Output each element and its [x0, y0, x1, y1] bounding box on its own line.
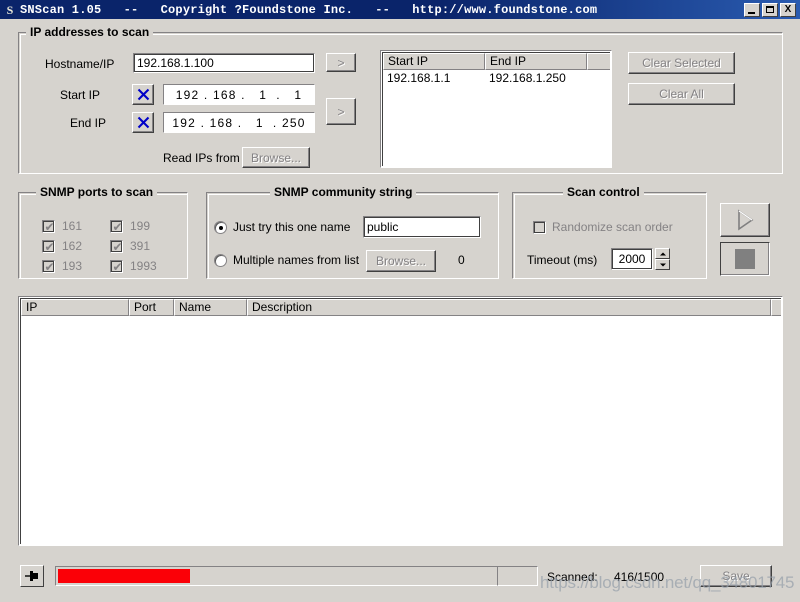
scanned-value: 416/1500 [614, 570, 664, 584]
stop-scan-button[interactable] [720, 242, 770, 276]
end-ip-label: End IP [70, 116, 106, 130]
snmp-ports-group-title: SNMP ports to scan [36, 185, 157, 199]
port-checkbox-199[interactable]: ✔ [110, 220, 123, 233]
port-label-162: 162 [62, 239, 82, 253]
scan-progress-fill [58, 569, 190, 583]
column-extra[interactable] [771, 299, 781, 316]
ip-addresses-group-title: IP addresses to scan [26, 25, 153, 39]
port-checkbox-193[interactable]: ✔ [42, 260, 55, 273]
start-ip-input[interactable]: 192 . 168 . 1 . 1 [163, 84, 315, 105]
radio-single-name[interactable] [214, 221, 227, 234]
port-label-391: 391 [130, 239, 150, 253]
cell-start-ip: 192.168.1.1 [383, 71, 485, 86]
ip-ranges-list-header: Start IP End IP [383, 53, 610, 70]
play-icon [734, 208, 756, 232]
port-label-1993: 1993 [130, 259, 157, 273]
title-bar: S SNScan 1.05 -- Copyright ?Foundstone I… [0, 0, 800, 19]
minimize-button[interactable] [744, 3, 760, 17]
add-hostname-button[interactable]: > [326, 53, 356, 72]
clear-x-icon [137, 116, 150, 129]
port-checkbox-391[interactable]: ✔ [110, 240, 123, 253]
start-scan-button[interactable] [720, 203, 770, 237]
timeout-spinner[interactable] [655, 248, 670, 270]
column-end-ip[interactable]: End IP [485, 53, 587, 70]
clear-x-icon [137, 88, 150, 101]
port-label-161: 161 [62, 219, 82, 233]
column-port[interactable]: Port [129, 299, 174, 316]
clear-end-ip-button[interactable] [132, 112, 154, 133]
browse-ips-button[interactable]: Browse... [242, 147, 310, 168]
clear-start-ip-button[interactable] [132, 84, 154, 105]
column-description[interactable]: Description [247, 299, 771, 316]
community-string-group-title: SNMP community string [270, 185, 416, 199]
radio-single-name-label[interactable]: Just try this one name [233, 220, 350, 234]
hostname-input[interactable]: 192.168.1.100 [133, 53, 315, 73]
start-ip-label: Start IP [60, 88, 100, 102]
table-row[interactable]: 192.168.1.1 192.168.1.250 [383, 70, 610, 86]
randomize-scan-order-label: Randomize scan order [552, 220, 673, 234]
maximize-button[interactable] [762, 3, 778, 17]
clear-all-button[interactable]: Clear All [628, 83, 735, 105]
save-button[interactable]: Save [700, 565, 772, 587]
timeout-spinner-down[interactable] [655, 259, 670, 270]
column-blank[interactable] [587, 53, 610, 70]
window-controls: X [744, 3, 796, 17]
randomize-scan-order-checkbox[interactable] [533, 221, 546, 234]
radio-multiple-names-label[interactable]: Multiple names from list [233, 253, 359, 267]
column-ip[interactable]: IP [21, 299, 129, 316]
community-names-count: 0 [458, 253, 465, 267]
end-ip-input[interactable]: 192 . 168 . 1 . 250 [163, 112, 315, 133]
community-string-input[interactable]: public [363, 216, 481, 238]
port-checkbox-162[interactable]: ✔ [42, 240, 55, 253]
close-button[interactable]: X [780, 3, 796, 17]
timeout-input[interactable]: 2000 [611, 248, 653, 270]
window-title: SNScan 1.05 -- Copyright ?Foundstone Inc… [20, 3, 744, 17]
port-label-193: 193 [62, 259, 82, 273]
stop-icon [735, 249, 755, 269]
pin-toggle-button[interactable] [20, 565, 44, 587]
column-name[interactable]: Name [174, 299, 247, 316]
scan-progress-bar [55, 566, 533, 586]
ip-ranges-list[interactable]: Start IP End IP 192.168.1.1 192.168.1.25… [380, 50, 612, 168]
snscan-window: S SNScan 1.05 -- Copyright ?Foundstone I… [0, 0, 800, 602]
port-label-199: 199 [130, 219, 150, 233]
radio-multiple-names[interactable] [214, 254, 227, 267]
cell-end-ip: 192.168.1.250 [485, 71, 587, 86]
results-list-header: IP Port Name Description [21, 299, 781, 316]
browse-community-list-button[interactable]: Browse... [366, 250, 436, 272]
column-start-ip[interactable]: Start IP [383, 53, 485, 70]
pin-icon [24, 569, 40, 583]
scan-control-group-title: Scan control [563, 185, 644, 199]
results-list[interactable]: IP Port Name Description [18, 296, 783, 546]
port-checkbox-1993[interactable]: ✔ [110, 260, 123, 273]
timeout-spinner-up[interactable] [655, 248, 670, 259]
app-icon: S [3, 3, 17, 17]
scanned-label: Scanned: [547, 570, 598, 584]
hostname-label: Hostname/IP [45, 57, 114, 71]
port-checkbox-161[interactable]: ✔ [42, 220, 55, 233]
timeout-label: Timeout (ms) [527, 253, 597, 267]
clear-selected-button[interactable]: Clear Selected [628, 52, 735, 74]
status-panel-left [497, 566, 538, 586]
add-ip-range-button[interactable]: > [326, 98, 356, 125]
